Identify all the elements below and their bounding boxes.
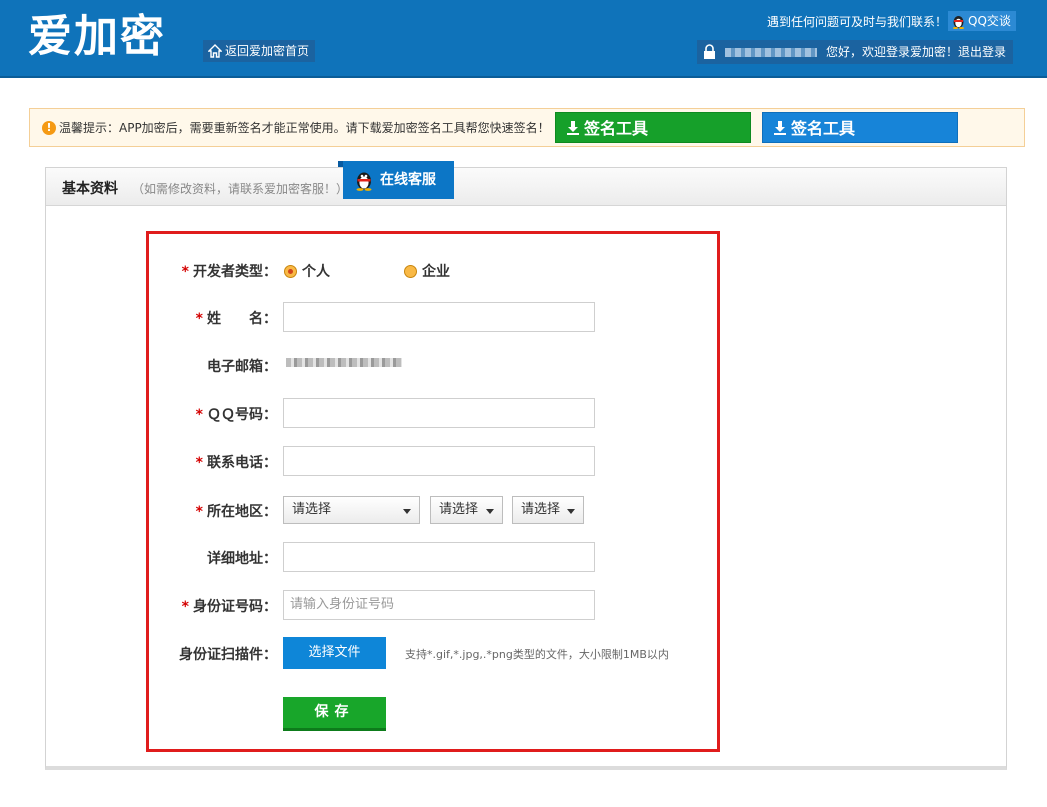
required-mark: * [181,264,189,280]
row-name: * 姓 名： [149,302,717,332]
download-icon [567,121,579,135]
download-sign-tool-no-java-button[interactable]: 签名工具（未安装JAVA环境） [762,112,958,168]
qq-input[interactable] [283,398,595,428]
qq-label-wrap: * ＱＱ号码： [149,398,277,428]
logout-link[interactable]: 退出登录 [958,40,1006,64]
region-label-wrap: * 所在地区： [149,495,277,525]
download-button-title: 签名工具 [584,119,649,138]
required-mark: * [195,455,203,471]
radio-personal-label[interactable]: 个人 [302,261,330,281]
qq-label: * ＱＱ号码： [196,404,277,424]
id-number-label-wrap: * 身份证号码： [149,590,277,620]
row-region: * 所在地区： 请选择 请选择 请选择 [149,495,717,525]
service-tab-label: 在线客服 [380,172,436,188]
help-text: 遇到任何问题可及时与我们联系！ [767,15,948,29]
home-icon [208,44,222,58]
city-select[interactable]: 请选择 [430,496,503,524]
row-qq: * ＱＱ号码： [149,398,717,428]
qq-penguin-icon [356,172,372,191]
id-number-input[interactable]: 请输入身份证号码 [283,590,595,620]
dev-type-label-text: 开发者类型： [193,264,277,280]
required-mark: * [181,599,189,615]
panel-subtitle: （如需修改资料，请联系爱加密客服！） [132,182,349,196]
logo[interactable]: 爱加密 [28,12,166,62]
email-label-wrap: 电子邮箱： [149,350,277,380]
file-hint: 支持*.gif,*.jpg,.*png类型的文件，大小限制1MB以内 [405,648,669,661]
province-select[interactable]: 请选择 [283,496,420,524]
home-link[interactable]: 返回爱加密首页 [203,40,316,62]
required-mark: * [195,504,203,520]
row-id-scan: 身份证扫描件： 选择文件 支持*.gif,*.jpg,.*png类型的文件，大小… [149,637,717,669]
email-label: 电子邮箱： [207,359,277,375]
region-label: * 所在地区： [196,501,277,521]
profile-form: * 开发者类型： 个人 企业 * 姓 名： 电子邮箱： * ＱＱ号码： * 联系电话： [146,231,720,752]
lock-icon [704,44,715,59]
address-label: 详细地址： [207,551,277,567]
id-number-label: * 身份证号码： [182,596,277,616]
phone-label-text: 联系电话： [207,455,277,471]
row-dev-type: * 开发者类型： 个人 企业 [149,258,717,288]
address-input[interactable] [283,542,595,572]
chevron-down-icon [486,509,494,514]
id-scan-label: 身份证扫描件： [179,647,277,663]
top-header: 爱加密 返回爱加密首页 遇到任何问题可及时与我们联系！ QQ交谈 您好，欢迎登录… [0,0,1047,78]
notice-bar: ! 温馨提示：APP加密后，需要重新签名才能正常使用。请下载爱加密签名工具帮您快… [29,108,1025,168]
name-label-wrap: * 姓 名： [149,302,277,332]
id-scan-label-wrap: 身份证扫描件： [149,637,277,667]
row-save: 保存 [149,697,717,733]
save-button[interactable]: 保存 [283,697,386,731]
address-label-wrap: 详细地址： [149,542,277,572]
name-input[interactable] [283,302,595,332]
warning-icon: ! [42,121,56,135]
download-icon [774,121,786,135]
panel-header: 基本资料 （如需修改资料，请联系爱加密客服！） 在线客服 [46,161,1006,206]
home-link-label: 返回爱加密首页 [225,44,310,58]
row-email: 电子邮箱： [149,350,717,380]
row-phone: * 联系电话： [149,446,717,476]
download-sign-tool-java-installed-button[interactable]: 签名工具（已安装JAVA环境） [555,112,751,168]
required-mark: * [195,311,203,327]
chevron-down-icon [567,509,575,514]
radio-personal[interactable] [284,265,297,278]
masked-email [286,358,402,367]
dev-type-label-wrap: * 开发者类型： [149,258,277,288]
district-select[interactable]: 请选择 [512,496,584,524]
qq-label-text: ＱＱ号码： [207,407,277,423]
choose-file-button[interactable]: 选择文件 [283,637,386,669]
province-select-value: 请选择 [292,502,332,517]
radio-enterprise[interactable] [404,265,417,278]
dev-type-label: * 开发者类型： [182,261,277,281]
user-bar: 您好，欢迎登录爱加密！ 退出登录 [697,40,1013,64]
phone-label-wrap: * 联系电话： [149,446,277,476]
city-select-value: 请选择 [439,502,479,517]
download-button-title: 签名工具 [791,119,856,138]
phone-label: * 联系电话： [196,452,277,472]
row-id-number: * 身份证号码： 请输入身份证号码 [149,590,717,620]
panel-title: 基本资料 [62,181,118,197]
required-mark: * [195,407,203,423]
welcome-text: 您好，欢迎登录爱加密！ [826,45,959,59]
masked-username [725,48,817,57]
name-label-text: 姓 名： [207,311,277,327]
qq-chat-button[interactable]: QQ交谈 [948,11,1016,31]
tab-notch [338,161,343,167]
id-number-label-text: 身份证号码： [193,599,277,615]
notice-text: 温馨提示：APP加密后，需要重新签名才能正常使用。请下载爱加密签名工具帮您快速签… [59,121,550,135]
online-service-tab[interactable]: 在线客服 [338,161,454,199]
phone-input[interactable] [283,446,595,476]
qq-chat-label: QQ交谈 [968,14,1011,28]
radio-enterprise-label[interactable]: 企业 [422,261,450,281]
row-address: 详细地址： [149,542,717,572]
chevron-down-icon [403,509,411,514]
qq-penguin-icon [953,16,964,29]
district-select-value: 请选择 [521,502,561,517]
region-label-text: 所在地区： [207,504,277,520]
name-label: * 姓 名： [196,308,277,328]
